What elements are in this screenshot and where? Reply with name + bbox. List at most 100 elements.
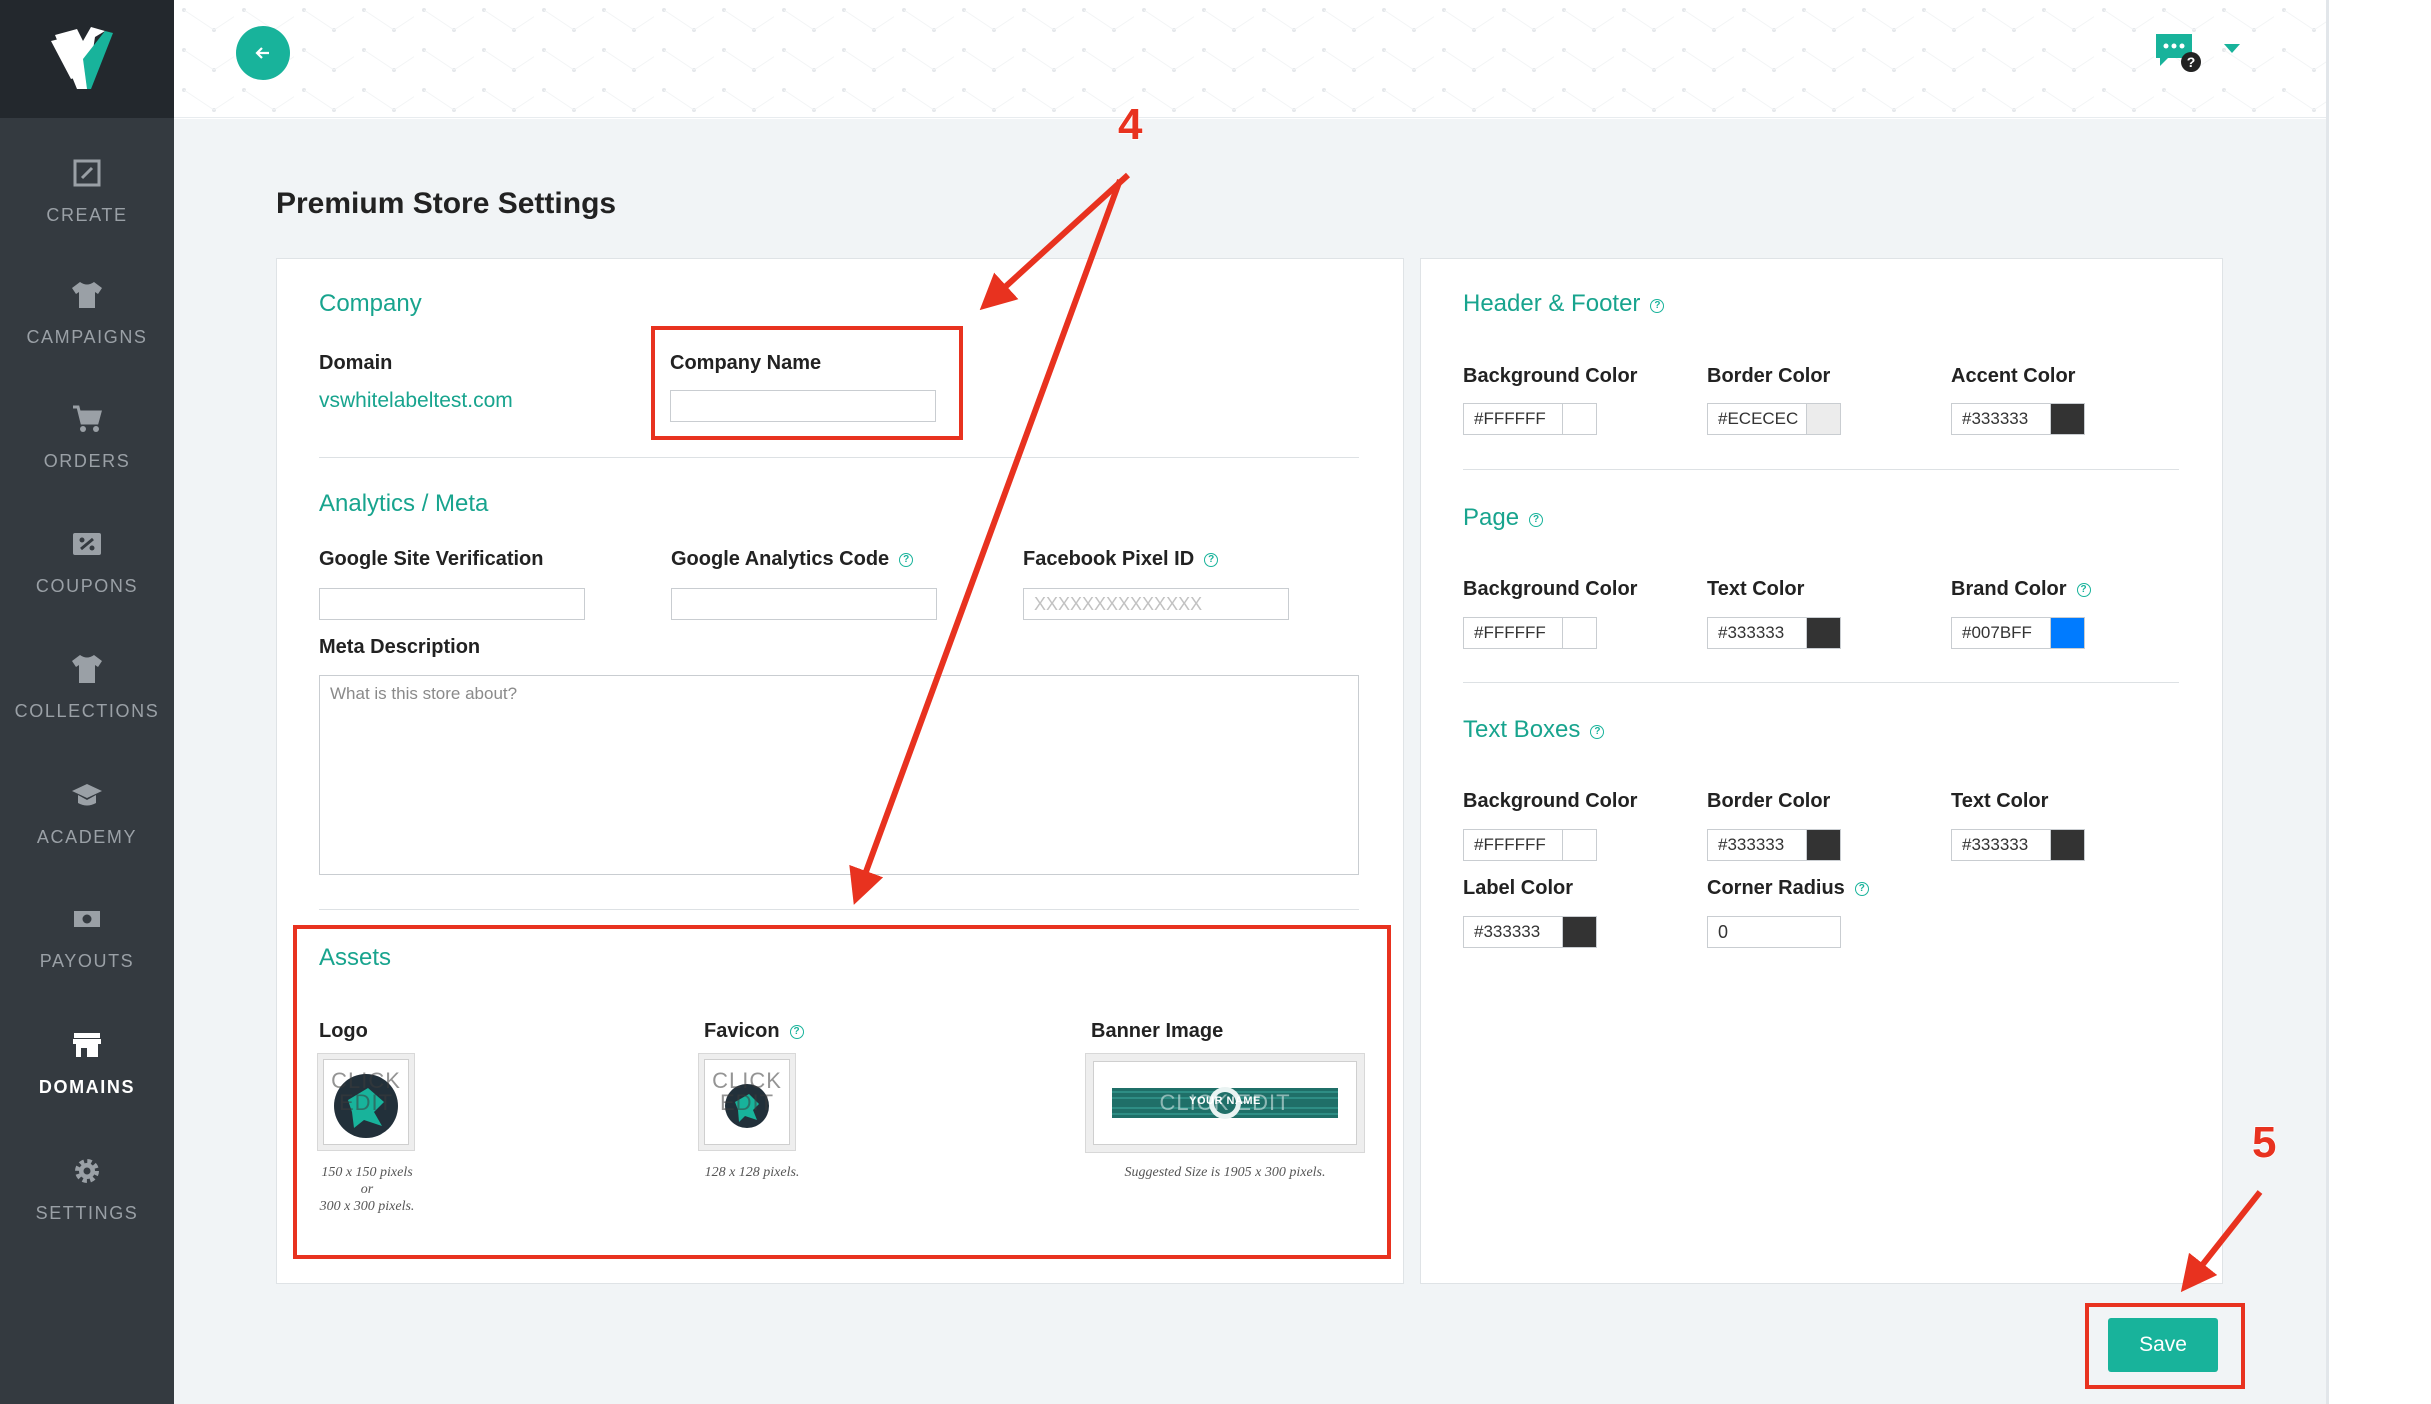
page-edge: [2326, 0, 2431, 1404]
facebook-pixel-input[interactable]: [1023, 588, 1289, 620]
store-icon: [67, 1025, 107, 1065]
hf-border-color-label: Border Color: [1707, 365, 1831, 387]
sidebar-item-label: DOMAINS: [38, 1076, 136, 1097]
sidebar-item-collections[interactable]: COLLECTIONS: [0, 630, 174, 740]
coupon-icon: [67, 524, 107, 564]
sidebar-item-coupons[interactable]: COUPONS: [0, 505, 174, 615]
meta-description-textarea[interactable]: [319, 675, 1359, 875]
label-text: Brand Color: [1951, 578, 2067, 600]
color-hex: #007BFF: [1962, 623, 2032, 642]
tb-text-color-label: Text Color: [1951, 790, 2049, 812]
label-text: Corner Radius: [1707, 877, 1845, 899]
help-icon[interactable]: ?: [1650, 299, 1665, 313]
page-text-color-label: Text Color: [1707, 578, 1805, 600]
annotation-step-4: 4: [1117, 99, 1143, 150]
color-hex: #ECECEC: [1718, 409, 1799, 428]
google-analytics-input[interactable]: [671, 588, 937, 620]
page-text-color-field[interactable]: #333333: [1707, 617, 1841, 649]
color-swatch[interactable]: [1562, 618, 1596, 648]
hf-background-color-field[interactable]: #FFFFFF: [1463, 403, 1597, 435]
chevron-down-icon[interactable]: [2224, 44, 2240, 53]
sidebar-item-label: PAYOUTS: [39, 950, 135, 971]
chat-help-icon: ?: [2156, 34, 2201, 72]
page-brand-color-field[interactable]: #007BFF: [1951, 617, 2085, 649]
brand-logo[interactable]: [0, 0, 174, 118]
sidebar-item-create[interactable]: CREATE: [0, 134, 174, 244]
hf-background-color-label: Background Color: [1463, 365, 1638, 387]
color-hex: #333333: [1718, 623, 1785, 642]
sidebar-item-payouts[interactable]: PAYOUTS: [0, 880, 174, 990]
color-swatch[interactable]: [1806, 618, 1840, 648]
section-title-text: Text Boxes: [1463, 716, 1581, 743]
color-swatch[interactable]: [1562, 830, 1596, 860]
help-icon[interactable]: ?: [1854, 882, 1869, 896]
color-swatch[interactable]: [2050, 830, 2084, 860]
tb-border-color-field[interactable]: #333333: [1707, 829, 1841, 861]
sidebar-item-label: COLLECTIONS: [14, 700, 160, 721]
cart-icon: [67, 399, 107, 439]
sidebar-item-label: CREATE: [46, 204, 128, 225]
color-hex: #333333: [1474, 922, 1541, 941]
color-swatch[interactable]: [1562, 917, 1596, 947]
label-text: Google Site Verification: [319, 548, 544, 570]
analytics-section-title: Analytics / Meta: [319, 490, 489, 517]
sidebar-item-campaigns[interactable]: CAMPAIGNS: [0, 256, 174, 366]
gear-icon: [67, 1151, 107, 1191]
label-text: Facebook Pixel ID: [1023, 548, 1195, 570]
section-divider: [319, 909, 1359, 910]
sidebar-item-orders[interactable]: ORDERS: [0, 380, 174, 490]
sidebar-item-settings[interactable]: SETTINGS: [0, 1132, 174, 1242]
sidebar-item-label: SETTINGS: [35, 1202, 139, 1223]
sidebar-item-label: COUPONS: [35, 575, 139, 596]
color-swatch[interactable]: [2050, 404, 2084, 434]
annotation-step-5: 5: [2251, 1117, 2277, 1168]
tb-border-color-label: Border Color: [1707, 790, 1831, 812]
google-analytics-label: Google Analytics Code?: [671, 548, 914, 571]
section-divider: [1463, 682, 2179, 683]
back-button[interactable]: [236, 26, 290, 80]
header-footer-section-title: Header & Footer?: [1463, 290, 1665, 318]
color-hex: #FFFFFF: [1474, 623, 1546, 642]
svg-text:?: ?: [2187, 54, 2196, 70]
color-swatch[interactable]: [1562, 404, 1596, 434]
page-background-color-label: Background Color: [1463, 578, 1638, 600]
hf-accent-color-field[interactable]: #333333: [1951, 403, 2085, 435]
label-text: Google Analytics Code: [671, 548, 890, 570]
sidebar-item-academy[interactable]: ACADEMY: [0, 756, 174, 866]
google-site-verification-label: Google Site Verification: [319, 548, 544, 571]
color-hex: #FFFFFF: [1474, 409, 1546, 428]
meta-description-label: Meta Description: [319, 636, 481, 658]
domain-label: Domain: [319, 352, 393, 374]
color-swatch[interactable]: [1806, 404, 1840, 434]
page-background-color-field[interactable]: #FFFFFF: [1463, 617, 1597, 649]
corner-radius-input[interactable]: [1707, 916, 1841, 948]
color-swatch[interactable]: [1806, 830, 1840, 860]
help-icon[interactable]: ?: [1529, 513, 1544, 527]
tb-label-color-label: Label Color: [1463, 877, 1574, 899]
support-chat-button[interactable]: ?: [2154, 32, 2202, 74]
color-hex: #333333: [1718, 835, 1785, 854]
company-section-title: Company: [319, 290, 422, 317]
tb-background-color-field[interactable]: #FFFFFF: [1463, 829, 1597, 861]
color-swatch[interactable]: [2050, 618, 2084, 648]
section-title-text: Header & Footer: [1463, 290, 1641, 317]
help-icon[interactable]: ?: [899, 553, 914, 567]
annotation-box-assets: [293, 925, 1391, 1259]
help-icon[interactable]: ?: [2076, 583, 2091, 597]
arrow-left-icon: [255, 47, 269, 59]
annotation-box-company-name: [651, 326, 963, 440]
tb-label-color-field[interactable]: #333333: [1463, 916, 1597, 948]
sidebar-item-domains[interactable]: DOMAINS: [0, 1006, 174, 1116]
help-icon[interactable]: ?: [1204, 553, 1219, 567]
page-section-title: Page?: [1463, 504, 1544, 532]
page-brand-color-label: Brand Color?: [1951, 578, 2091, 601]
tb-text-color-field[interactable]: #333333: [1951, 829, 2085, 861]
google-site-verification-input[interactable]: [319, 588, 585, 620]
hf-border-color-field[interactable]: #ECECEC: [1707, 403, 1841, 435]
domain-link[interactable]: vswhitelabeltest.com: [319, 389, 513, 413]
section-divider: [1463, 469, 2179, 470]
sidebar-item-label: ACADEMY: [36, 826, 138, 847]
pencil-square-icon: [67, 153, 107, 193]
help-icon[interactable]: ?: [1590, 725, 1605, 739]
annotation-box-save: [2085, 1303, 2245, 1389]
